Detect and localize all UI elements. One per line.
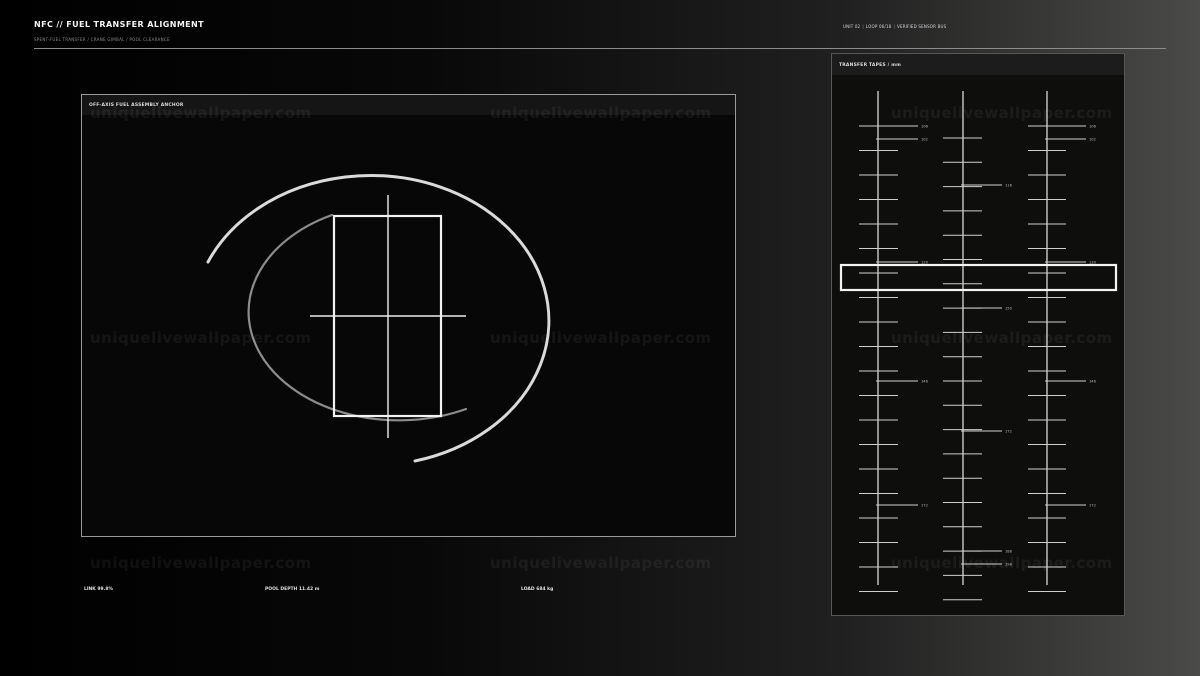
status-loop: LOOP 06/18 — [865, 24, 892, 29]
tape-1: 106 102 120 146 172 — [859, 91, 929, 592]
status-bus: VERIFIED SENSOR BUS — [897, 24, 947, 29]
anchor-panel: OFF-AXIS FUEL ASSEMBLY ANCHOR — [81, 94, 736, 537]
alignment-window — [839, 263, 1118, 292]
tape-label: 146 — [1089, 380, 1097, 384]
link-readout: LINK 99.8% — [84, 587, 113, 592]
tape-label: 198 — [1005, 563, 1013, 567]
status-separator: | — [893, 24, 896, 29]
status-unit: UNIT 02 — [843, 24, 861, 29]
page-title: NFC // FUEL TRANSFER ALIGNMENT — [34, 20, 204, 29]
watermark: uniquelivewallpaper.com — [490, 554, 712, 572]
tape-label: 120 — [921, 261, 929, 265]
tape-label: 116 — [1005, 184, 1013, 188]
tape-2: 116 150 172 188 198 — [943, 91, 1013, 601]
inner-orbit-arc — [247, 213, 468, 422]
anchor-diagram — [206, 174, 551, 463]
tape-3: 106 102 130 146 172 — [1028, 91, 1097, 592]
pool-depth-readout: POOL DEPTH 11.42 m — [265, 587, 320, 592]
tape-label: 172 — [1089, 504, 1096, 508]
transfer-tapes: 106 102 120 146 172 116 150 172 188 198 106 102 13… — [839, 91, 1118, 601]
tape-label: 102 — [921, 138, 928, 142]
load-readout: LOAD 684 kg — [521, 587, 554, 592]
tape-label: 172 — [1005, 430, 1012, 434]
tape-label: 150 — [1005, 307, 1013, 311]
header-divider — [34, 48, 1166, 49]
transfer-tapes-panel: TRANSFER TAPES / mm 106 102 120 146 172 116 1… — [831, 53, 1125, 616]
outer-orbit-arc — [206, 174, 551, 463]
tape-label: 130 — [1089, 261, 1097, 265]
tape-label: 188 — [1005, 550, 1013, 554]
tape-label: 106 — [1089, 125, 1097, 129]
status-bar: UNIT 02 | LOOP 06/18 | VERIFIED SENSOR BUS — [843, 24, 946, 29]
watermark: uniquelivewallpaper.com — [90, 554, 312, 572]
tape-label: 172 — [921, 504, 928, 508]
status-separator: | — [862, 24, 864, 29]
tape-label: 146 — [921, 380, 929, 384]
tape-label: 106 — [921, 125, 929, 129]
page-subtitle: SPENT-FUEL TRANSFER / CRANE GIMBAL / POO… — [34, 37, 170, 42]
tape-label: 102 — [1089, 138, 1096, 142]
